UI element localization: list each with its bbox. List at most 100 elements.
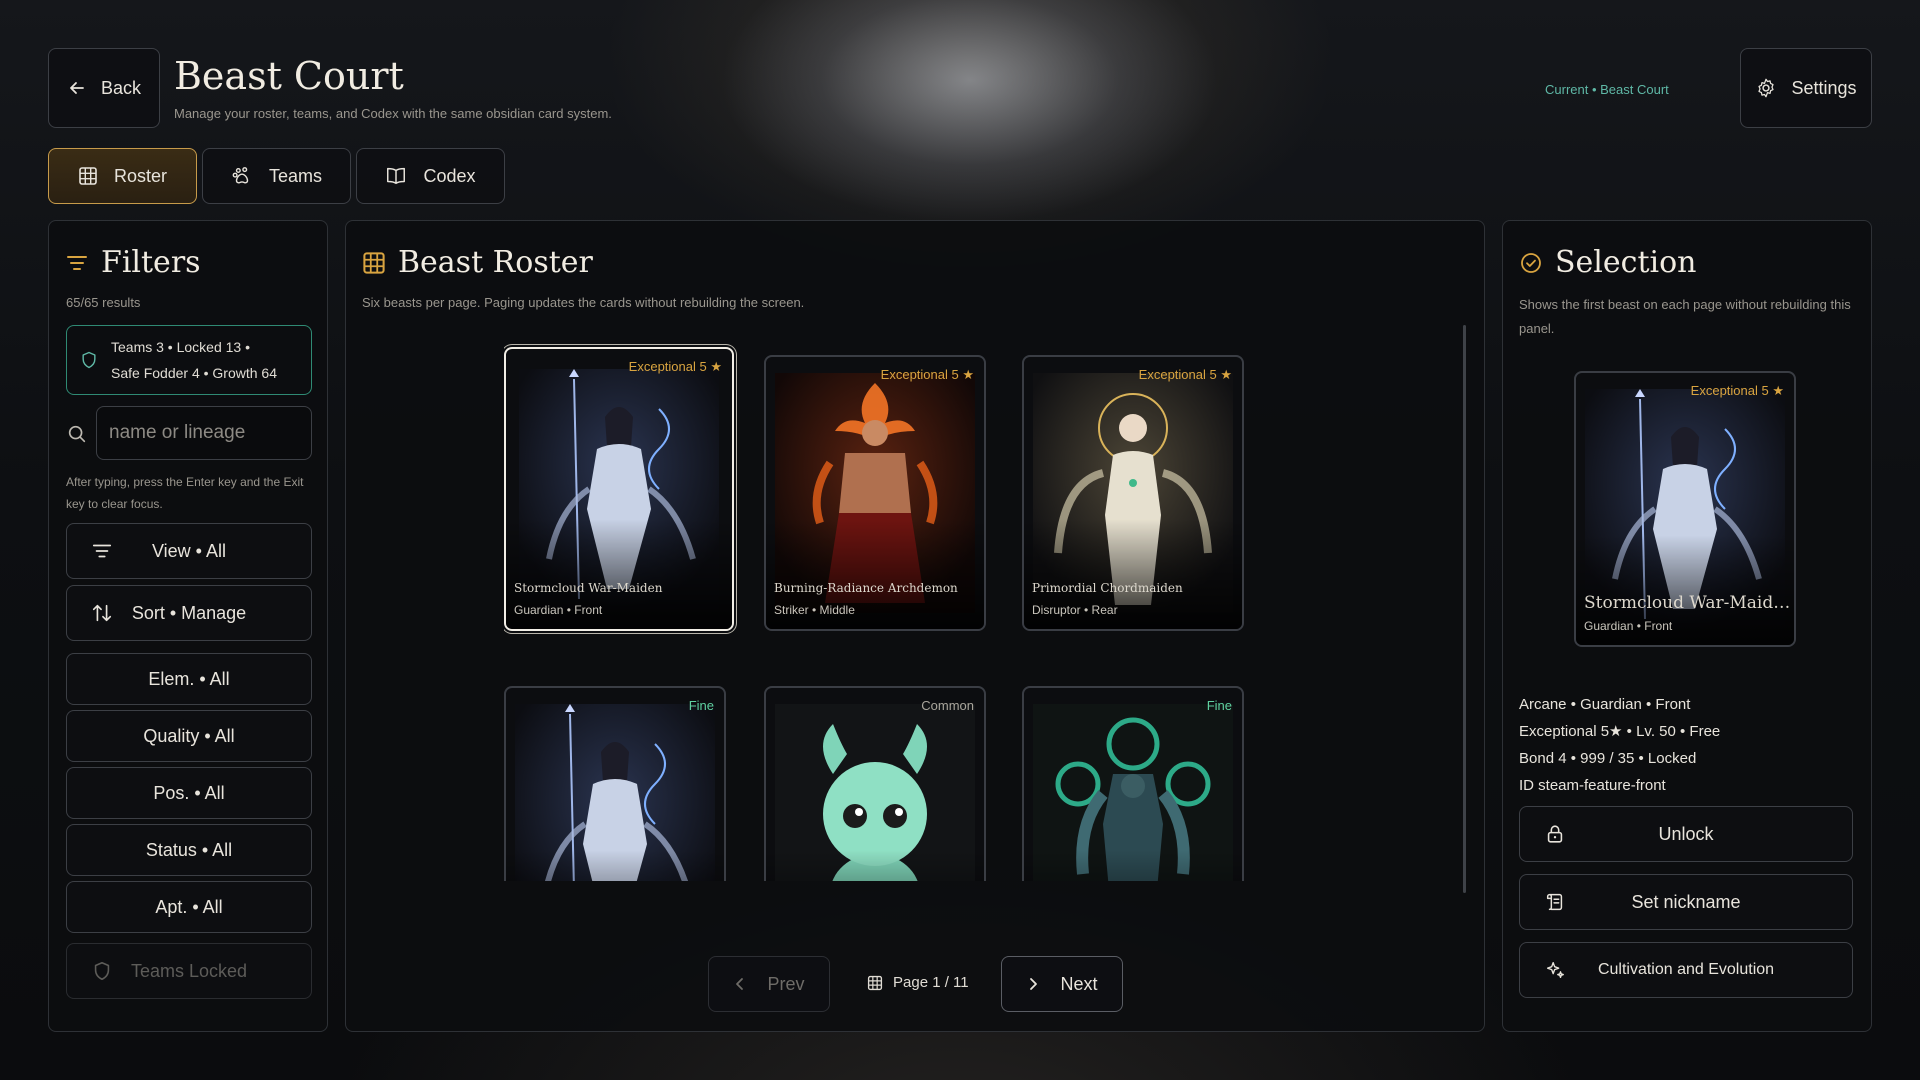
set-nickname-label: Set nickname xyxy=(1631,891,1741,912)
page-subtitle: Manage your roster, teams, and Codex wit… xyxy=(174,106,612,121)
settings-label: Settings xyxy=(1791,77,1857,98)
page-label: Page 1 / 11 xyxy=(893,974,969,991)
prev-page-button[interactable]: Prev xyxy=(708,956,830,1012)
detail-quality-level: Exceptional 5★ • Lv. 50 • Free xyxy=(1519,723,1721,740)
card-shade xyxy=(506,850,724,881)
unlock-button[interactable]: Unlock xyxy=(1519,806,1853,862)
beast-card[interactable]: Exceptional 5 ★ Primordial Chordmaiden D… xyxy=(1022,355,1244,631)
beast-name: Primordial Chordmaiden xyxy=(1032,581,1183,595)
grid-icon xyxy=(78,166,98,186)
filter-icon xyxy=(65,251,89,275)
cultivation-label: Cultivation and Evolution xyxy=(1597,961,1775,978)
settings-button[interactable]: Settings xyxy=(1740,48,1872,128)
selected-beast-card[interactable]: Exceptional 5 ★ Stormcloud War-Maid… Gua… xyxy=(1574,371,1796,647)
beast-card[interactable]: Common Galejade Spirit-Hart Guardian • F… xyxy=(764,686,986,881)
teams-locked-label: Teams Locked xyxy=(130,960,248,981)
unlock-label: Unlock xyxy=(1658,823,1714,844)
tab-codex[interactable]: Codex xyxy=(356,148,505,204)
chevron-right-icon xyxy=(1026,977,1040,991)
tab-roster[interactable]: Roster xyxy=(48,148,197,204)
detail-bond: Bond 4 • 999 / 35 • Locked xyxy=(1519,750,1697,767)
paw-icon xyxy=(231,165,253,187)
beast-card[interactable]: Exceptional 5 ★ Stormcloud War-Maiden Gu… xyxy=(504,347,734,631)
quality-badge: Fine xyxy=(1206,698,1232,713)
quality-badge: Fine xyxy=(688,698,714,713)
page-indicator: Page 1 / 11 xyxy=(867,974,969,991)
prev-label: Prev xyxy=(767,973,805,994)
scroll-icon xyxy=(1544,891,1566,913)
position-filter-button[interactable]: Pos. • All xyxy=(66,767,312,819)
check-circle-icon xyxy=(1519,251,1543,275)
search-hint: After typing, press the Enter key and th… xyxy=(66,475,304,511)
tab-roster-label: Roster xyxy=(113,165,167,186)
sort-label: Sort • Manage xyxy=(131,602,247,623)
current-location: Current • Beast Court xyxy=(1545,82,1669,97)
beast-role: Disruptor • Rear xyxy=(1032,603,1118,617)
aptitude-filter-label: Apt. • All xyxy=(155,896,223,917)
beast-card-grid: Exceptional 5 ★ Stormcloud War-Maiden Gu… xyxy=(504,341,1264,881)
grid-icon xyxy=(867,975,883,991)
quality-badge: Exceptional 5 ★ xyxy=(1690,383,1784,398)
selection-title: Selection xyxy=(1555,245,1697,280)
quality-badge: Exceptional 5 ★ xyxy=(880,367,974,382)
roster-heading: Beast Roster xyxy=(362,245,593,280)
position-filter-label: Pos. • All xyxy=(153,782,225,803)
shield-icon xyxy=(91,960,113,982)
tab-teams[interactable]: Teams xyxy=(202,148,351,204)
view-filter-button[interactable]: View • All xyxy=(66,523,312,579)
current-value: Beast Court xyxy=(1600,82,1669,97)
quality-filter-label: Quality • All xyxy=(143,725,235,746)
sort-button[interactable]: Sort • Manage xyxy=(66,585,312,641)
current-label: Current xyxy=(1545,82,1589,97)
page-title: Beast Court xyxy=(174,54,404,98)
status-filter-button[interactable]: Status • All xyxy=(66,824,312,876)
selection-details: Arcane • Guardian • Front Exceptional 5★… xyxy=(1519,691,1720,799)
back-button[interactable]: Back xyxy=(48,48,160,128)
beast-name: Stormcloud War-Maid… xyxy=(1584,593,1791,613)
card-shade xyxy=(766,850,984,881)
element-filter-button[interactable]: Elem. • All xyxy=(66,653,312,705)
status-filter-label: Status • All xyxy=(145,839,233,860)
selection-description: Shows the first beast on each page witho… xyxy=(1519,297,1851,336)
beast-card[interactable]: Fine Verdantpeak Chimeric Hart Guardian … xyxy=(1022,686,1244,881)
book-icon xyxy=(385,165,407,187)
quality-badge: Exceptional 5 ★ xyxy=(628,359,722,374)
filters-panel: Filters 65/65 results Teams 3 • Locked 1… xyxy=(48,220,328,1032)
quality-badge: Exceptional 5 ★ xyxy=(1138,367,1232,382)
quality-filter-button[interactable]: Quality • All xyxy=(66,710,312,762)
tab-codex-label: Codex xyxy=(423,165,476,186)
chevron-left-icon xyxy=(733,977,747,991)
search-icon xyxy=(66,423,88,445)
tab-teams-label: Teams xyxy=(268,165,322,186)
roster-panel: Beast Roster Six beasts per page. Paging… xyxy=(345,220,1485,1032)
beast-card[interactable]: Fine Stormcloud War-Maiden Guardian • Fr… xyxy=(504,686,726,881)
summary-line-1: Teams 3 • Locked 13 • xyxy=(111,339,250,355)
beast-card[interactable]: Exceptional 5 ★ Burning-Radiance Archdem… xyxy=(764,355,986,631)
back-label: Back xyxy=(100,77,142,98)
beast-role: Guardian • Front xyxy=(514,603,603,617)
beast-role: Guardian • Front xyxy=(1584,619,1673,633)
roster-description: Six beasts per page. Paging updates the … xyxy=(362,295,805,310)
aptitude-filter-button[interactable]: Apt. • All xyxy=(66,881,312,933)
card-shade xyxy=(1024,850,1242,881)
filter-lines-icon xyxy=(91,540,113,562)
detail-element-role: Arcane • Guardian • Front xyxy=(1519,696,1691,713)
next-label: Next xyxy=(1060,973,1098,994)
search-input[interactable] xyxy=(96,406,312,460)
roster-scrollbar[interactable] xyxy=(1463,325,1466,893)
set-nickname-button[interactable]: Set nickname xyxy=(1519,874,1853,930)
quality-badge: Common xyxy=(921,698,974,713)
teams-locked-button[interactable]: Teams Locked xyxy=(66,943,312,999)
beast-role: Striker • Middle xyxy=(774,603,855,617)
selection-heading: Selection xyxy=(1519,245,1697,280)
summary-line-2: Safe Fodder 4 • Growth 64 xyxy=(111,365,277,381)
beast-name: Burning-Radiance Archdemon xyxy=(774,581,958,595)
next-page-button[interactable]: Next xyxy=(1001,956,1123,1012)
results-count: 65/65 results xyxy=(66,295,141,310)
gear-icon xyxy=(1755,77,1777,99)
filters-heading: Filters xyxy=(65,245,201,280)
cultivation-button[interactable]: Cultivation and Evolution xyxy=(1519,942,1853,998)
lock-icon xyxy=(1544,823,1566,845)
selection-panel: Selection Shows the first beast on each … xyxy=(1502,220,1872,1032)
pager: Prev Page 1 / 11 Next xyxy=(346,956,1484,1012)
